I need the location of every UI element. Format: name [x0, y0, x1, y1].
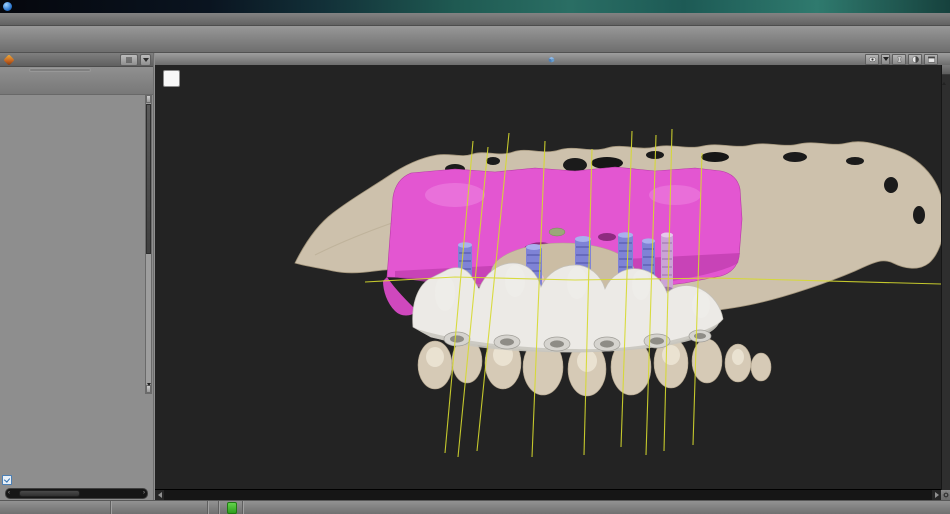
scroll-down-button[interactable] — [146, 385, 151, 393]
codiagnostix-window: ‹ › — [0, 0, 950, 514]
status-bar — [0, 500, 950, 514]
add-object-menu — [29, 68, 91, 72]
view-visibility-button[interactable] — [865, 54, 879, 65]
3d-viewport — [155, 53, 950, 500]
hscroll-left-button[interactable] — [155, 490, 164, 500]
viewport-horizontal-scrollbar[interactable] — [155, 489, 941, 500]
hscroll-right-button[interactable] — [932, 490, 941, 500]
vscroll-up-button[interactable] — [942, 65, 950, 75]
status-patient — [0, 501, 111, 514]
status-plans — [208, 501, 219, 514]
scroll-up-button[interactable] — [146, 95, 151, 103]
gear-icon — [942, 491, 950, 499]
status-dob — [111, 501, 208, 514]
slider-thumb[interactable] — [19, 490, 80, 497]
orientation-marker — [163, 70, 180, 87]
view-pin-button[interactable] — [892, 54, 906, 65]
main-area: ‹ › — [0, 53, 950, 500]
plan-object-list — [0, 95, 153, 97]
plan-dropdown-button[interactable] — [140, 54, 151, 66]
editing-status-badge — [227, 502, 237, 514]
sidebar-toolstrip — [0, 67, 153, 95]
viewport-vertical-scrollbar[interactable] — [941, 65, 950, 490]
app-icon — [3, 2, 12, 11]
view-maximize-button[interactable] — [924, 54, 938, 65]
status-casexchange — [219, 501, 243, 514]
3d-canvas[interactable] — [155, 65, 941, 490]
viewport-settings-button[interactable] — [941, 490, 950, 500]
plan-header-bar — [0, 53, 153, 67]
plan-sidebar: ‹ › — [0, 53, 153, 500]
scroll-thumb[interactable] — [146, 104, 151, 254]
view-options-caret[interactable] — [881, 54, 890, 65]
measure-block: ‹ › — [2, 475, 151, 499]
slider-right-arrow[interactable]: › — [143, 489, 145, 497]
title-bar — [0, 0, 950, 13]
sidebar-scrollbar[interactable] — [145, 94, 152, 394]
slider-left-arrow[interactable]: ‹ — [8, 489, 10, 497]
plan-list-button[interactable] — [120, 54, 138, 66]
measure-slider[interactable]: ‹ › — [5, 488, 148, 499]
measure-checkbox[interactable] — [2, 475, 12, 485]
jaw-3d-model — [155, 65, 941, 490]
cube-icon — [547, 55, 556, 64]
menu-bar — [0, 13, 950, 26]
plan-icon — [3, 54, 14, 65]
view-contrast-button[interactable] — [908, 54, 922, 65]
main-toolbar — [0, 26, 950, 53]
